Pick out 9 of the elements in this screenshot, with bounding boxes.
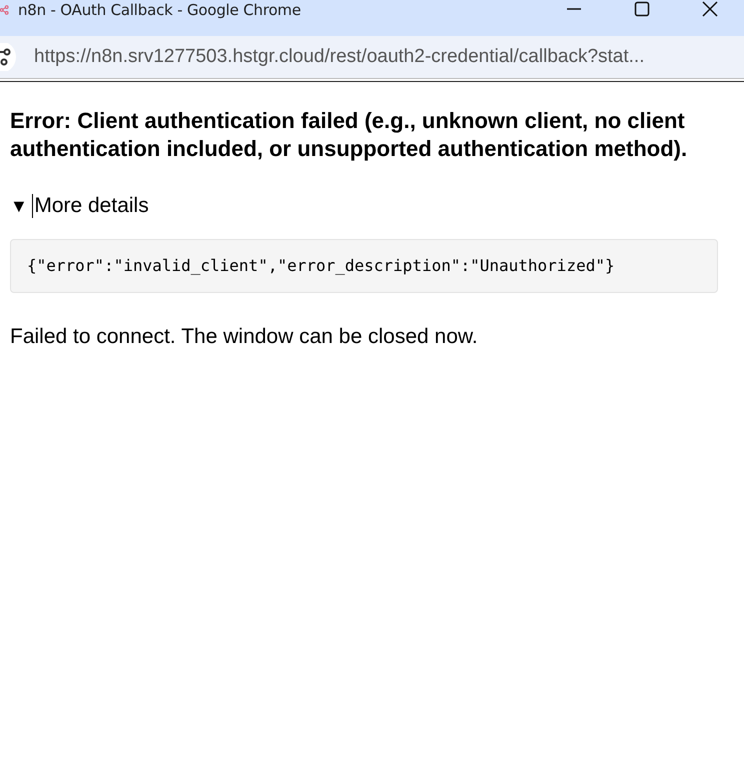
nodes-icon [0,4,10,16]
close-icon[interactable] [702,1,718,17]
status-message: Failed to connect. The window can be closed now. [10,325,479,349]
error-heading: Error: Client authentication failed (e.g., unknown client, no client authentication included, or unsupported authentication method). [10,107,688,163]
window-title: n8n - OAuth Callback - Google Chrome [18,1,301,19]
code-block: {"error":"invalid_client","error_description":"Unauthorized"} [10,239,718,293]
details-toggle[interactable]: ▼ More details [10,194,149,218]
maximize-icon[interactable] [634,1,650,17]
url-text[interactable]: https://n8n.srv1277503.hstgr.cloud/rest/oauth2-credential/callback?stat... [34,46,644,68]
